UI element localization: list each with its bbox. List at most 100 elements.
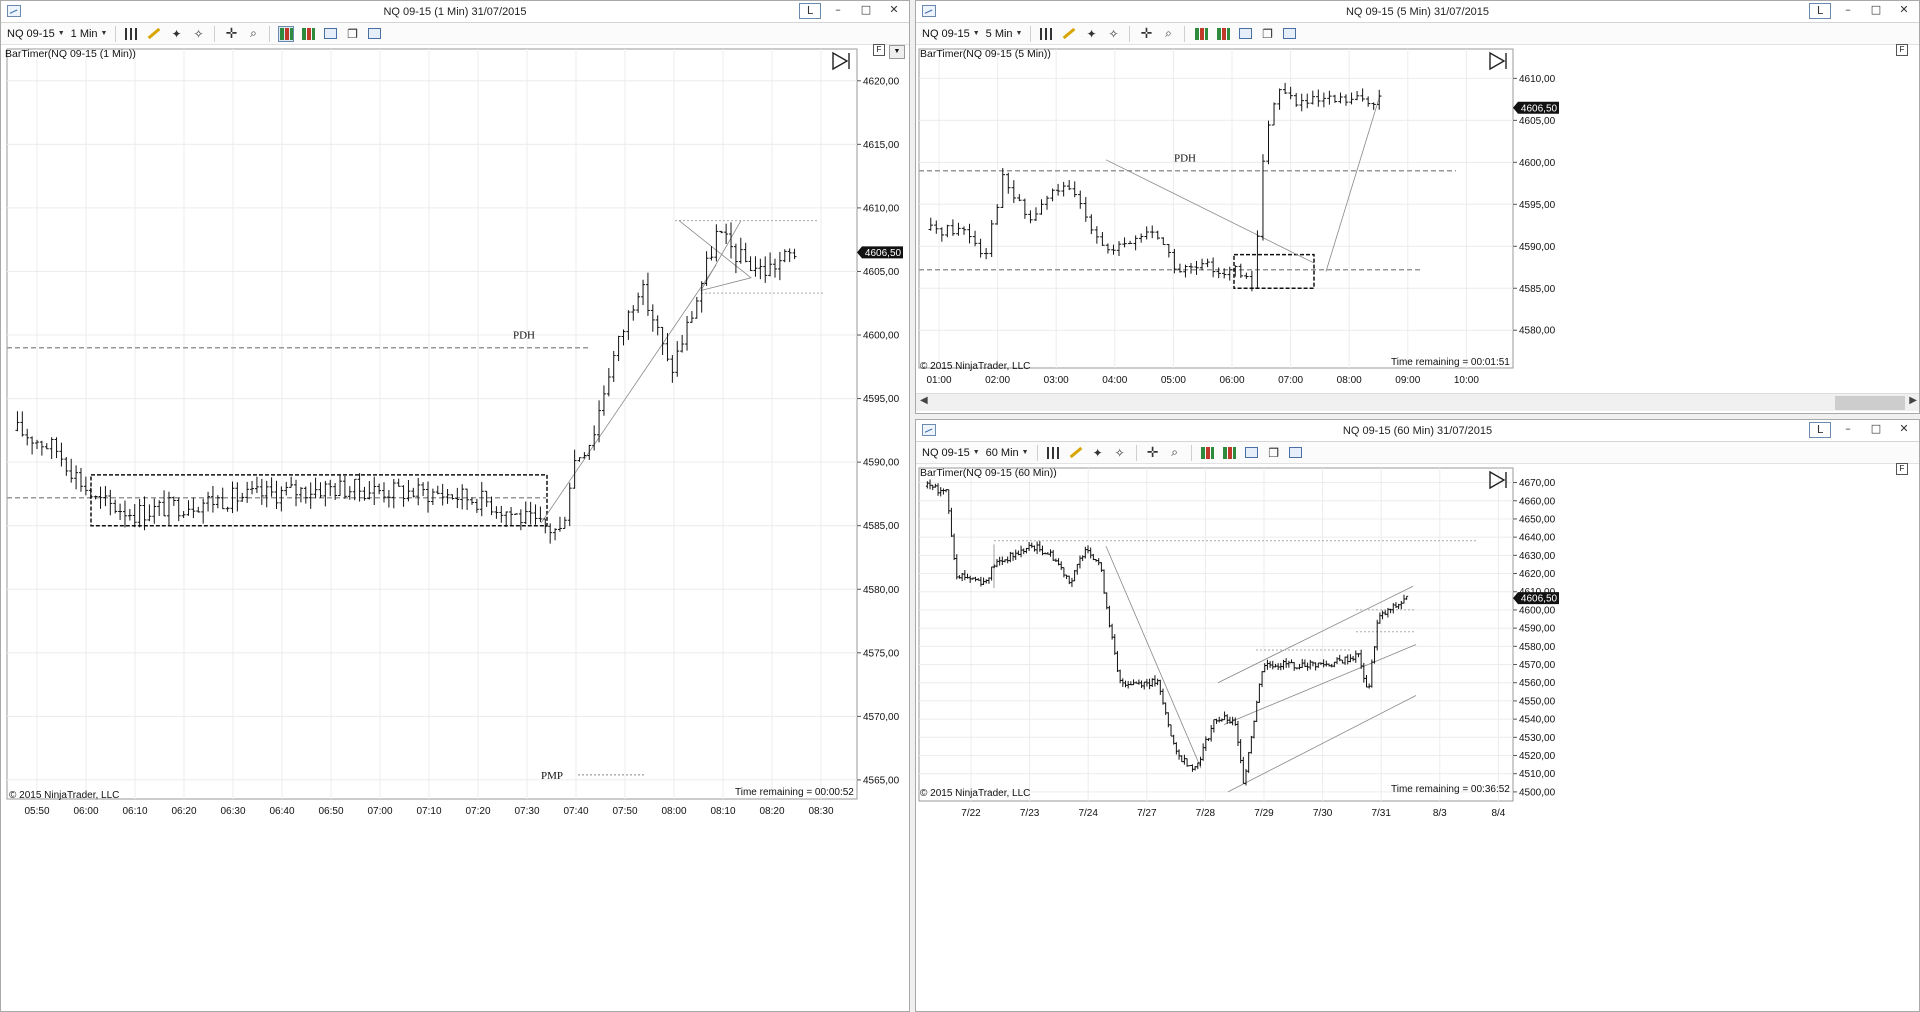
x-tick-label: 7/27 xyxy=(1137,808,1157,819)
x-tick-label: 06:30 xyxy=(220,806,245,817)
format-button[interactable]: F xyxy=(1896,463,1908,475)
scroll-thumb[interactable] xyxy=(1835,396,1905,410)
scroll-down-button[interactable]: ▼ xyxy=(889,45,905,59)
price-chart[interactable]: 7/22 7/23 7/24 7/27 7/28 7/29 7/30 7/31 8/3 8/4 46… xyxy=(916,464,1919,1011)
ohlc-bar xyxy=(660,326,665,355)
chart-trader-icon[interactable] xyxy=(278,25,295,42)
minimize-button[interactable]: – xyxy=(827,3,849,19)
bar-type-icon[interactable] xyxy=(124,26,140,42)
ohlc-bar xyxy=(1260,154,1266,241)
interval-selector[interactable]: 60 Min ▼ xyxy=(986,447,1029,459)
ohlc-bar xyxy=(616,335,621,362)
bar-type-icon[interactable] xyxy=(1046,445,1062,461)
y-tick-label: 4580,00 xyxy=(1519,326,1556,337)
close-button[interactable]: ✕ xyxy=(1893,422,1915,438)
order-entry-icon[interactable] xyxy=(1222,445,1238,461)
scroll-left-icon[interactable]: ◀ xyxy=(920,395,928,406)
play-forward-icon[interactable] xyxy=(1488,51,1510,71)
chart-window-60min[interactable]: NQ 09-15 (60 Min) 31/07/2015 L – □ ✕ NQ … xyxy=(915,419,1920,1012)
bar-type-icon[interactable] xyxy=(1039,26,1055,42)
chart-window-1min[interactable]: NQ 09-15 (1 Min) 31/07/2015 L – □ ✕ NQ 0… xyxy=(0,0,910,1012)
play-forward-icon[interactable] xyxy=(1488,470,1510,490)
ohlc-bar xyxy=(931,484,935,491)
window-titlebar[interactable]: NQ 09-15 (1 Min) 31/07/2015 L – □ ✕ xyxy=(1,1,909,23)
chart-area[interactable]: 7/22 7/23 7/24 7/27 7/28 7/29 7/30 7/31 8/3 8/4 46… xyxy=(916,463,1919,1011)
chart-window-5min[interactable]: NQ 09-15 (5 Min) 31/07/2015 L – □ ✕ NQ 0… xyxy=(915,0,1920,414)
close-button[interactable]: ✕ xyxy=(1893,3,1915,19)
properties-icon[interactable] xyxy=(366,26,382,42)
ohlc-bar xyxy=(118,503,123,520)
chart-trader-icon[interactable] xyxy=(1200,445,1216,461)
add-indicator-icon[interactable]: ✦ xyxy=(1083,26,1099,42)
add-indicator-icon[interactable]: ✦ xyxy=(168,26,184,42)
instrument-selector[interactable]: NQ 09-15 ▼ xyxy=(7,28,65,40)
add-indicator-icon[interactable]: ✦ xyxy=(1090,445,1106,461)
ohlc-bar xyxy=(308,482,313,509)
y-tick-label: 4520,00 xyxy=(1519,751,1556,762)
format-button[interactable]: F xyxy=(1896,44,1908,56)
ohlc-bar xyxy=(1032,545,1036,552)
scroll-right-icon[interactable]: ▶ xyxy=(1909,395,1917,406)
minimize-button[interactable]: – xyxy=(1837,422,1859,438)
x-tick-label: 7/28 xyxy=(1196,808,1216,819)
maximize-button[interactable]: □ xyxy=(855,3,877,19)
drawing-pencil-icon[interactable] xyxy=(1061,26,1077,42)
zoom-icon[interactable]: ⌕ xyxy=(1167,445,1183,461)
zoom-icon[interactable]: ⌕ xyxy=(245,26,261,42)
format-button[interactable]: F xyxy=(873,44,885,56)
maximize-button[interactable]: □ xyxy=(1865,3,1887,19)
window-titlebar[interactable]: NQ 09-15 (5 Min) 31/07/2015 L – □ ✕ xyxy=(916,1,1919,23)
strategy-icon[interactable]: ✧ xyxy=(1112,445,1128,461)
crosshair-icon[interactable]: ✛ xyxy=(1138,26,1154,42)
ohlc-bar xyxy=(641,279,645,306)
horizontal-scrollbar[interactable]: ◀ ▶ xyxy=(916,393,1919,411)
interval-selector[interactable]: 5 Min ▼ xyxy=(986,28,1023,40)
play-forward-icon[interactable] xyxy=(831,51,853,71)
ohlc-bar xyxy=(738,237,743,264)
close-button[interactable]: ✕ xyxy=(883,3,905,19)
ohlc-bar xyxy=(763,256,768,283)
strategy-icon[interactable]: ✧ xyxy=(190,26,206,42)
last-price-label: 4606,50 xyxy=(865,248,902,259)
ohlc-bar xyxy=(504,511,509,527)
interval-selector[interactable]: 1 Min ▼ xyxy=(71,28,108,40)
crosshair-icon[interactable]: ✛ xyxy=(1145,445,1161,461)
copy-icon[interactable]: ❐ xyxy=(1259,26,1275,42)
order-entry-icon[interactable] xyxy=(1215,26,1231,42)
zoom-icon[interactable]: ⌕ xyxy=(1160,26,1176,42)
ohlc-bar xyxy=(74,465,79,490)
link-button[interactable]: L xyxy=(1809,422,1831,438)
instrument-selector[interactable]: NQ 09-15 ▼ xyxy=(922,28,980,40)
data-box-icon[interactable] xyxy=(1237,26,1253,42)
data-box-icon[interactable] xyxy=(322,26,338,42)
copy-icon[interactable]: ❐ xyxy=(344,26,360,42)
y-tick-label: 4570,00 xyxy=(863,712,900,723)
chart-area[interactable]: 05:50 06:00 06:10 06:20 06:30 06:40 06:50 07:00… xyxy=(1,44,909,1011)
ohlc-bar xyxy=(944,489,948,493)
data-box-icon[interactable] xyxy=(1244,445,1260,461)
drawing-pencil-icon[interactable] xyxy=(1068,445,1084,461)
copyright-text: © 2015 NinjaTrader, LLC xyxy=(920,361,1031,372)
maximize-button[interactable]: □ xyxy=(1865,422,1887,438)
link-button[interactable]: L xyxy=(1809,3,1831,19)
copy-icon[interactable]: ❐ xyxy=(1266,445,1282,461)
minimize-button[interactable]: – xyxy=(1837,3,1859,19)
properties-icon[interactable] xyxy=(1281,26,1297,42)
x-tick-label: 7/22 xyxy=(961,808,981,819)
price-chart[interactable]: 01:00 02:00 03:00 04:00 05:00 06:00 07:00 08:00… xyxy=(916,45,1919,393)
properties-icon[interactable] xyxy=(1288,445,1304,461)
order-entry-icon[interactable] xyxy=(300,26,316,42)
price-chart[interactable]: 05:50 06:00 06:10 06:20 06:30 06:40 06:50 07:00… xyxy=(1,45,909,1011)
chart-trader-icon[interactable] xyxy=(1193,26,1209,42)
ohlc-bar xyxy=(1277,88,1282,110)
drawing-pencil-icon[interactable] xyxy=(146,26,162,42)
crosshair-icon[interactable]: ✛ xyxy=(223,26,239,42)
ohlc-bar xyxy=(1123,680,1127,688)
ohlc-bar xyxy=(1271,660,1275,670)
strategy-icon[interactable]: ✧ xyxy=(1105,26,1121,42)
window-titlebar[interactable]: NQ 09-15 (60 Min) 31/07/2015 L – □ ✕ xyxy=(916,420,1919,442)
instrument-selector[interactable]: NQ 09-15 ▼ xyxy=(922,447,980,459)
link-button[interactable]: L xyxy=(799,3,821,19)
chart-area[interactable]: 01:00 02:00 03:00 04:00 05:00 06:00 07:00 08:00… xyxy=(916,44,1919,393)
ohlc-bar xyxy=(1252,720,1256,739)
